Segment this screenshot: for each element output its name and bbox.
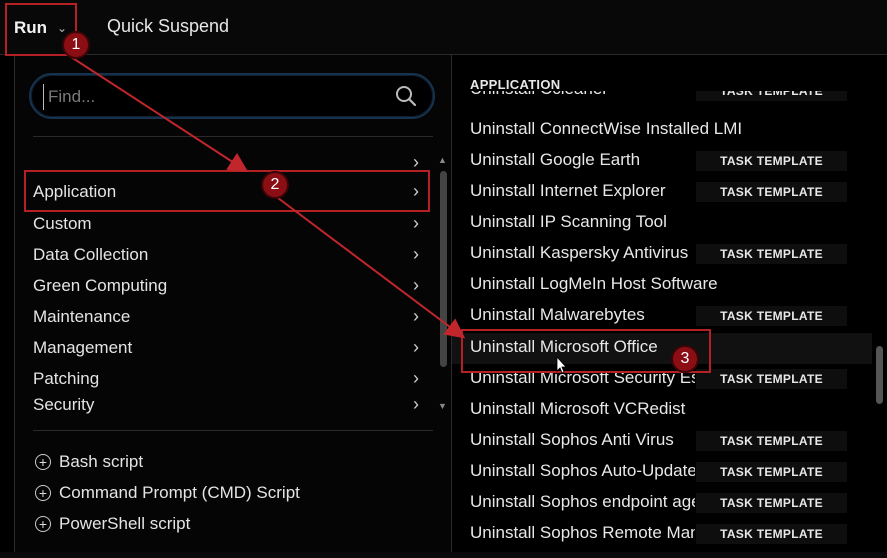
step-badge-2: 2 [261,171,289,199]
step-badge-1: 1 [62,31,90,59]
cursor-hand-icon [556,355,567,374]
step-badge-3: 3 [671,345,699,373]
footer-strip [0,552,887,558]
annotation-arrows [67,54,567,374]
